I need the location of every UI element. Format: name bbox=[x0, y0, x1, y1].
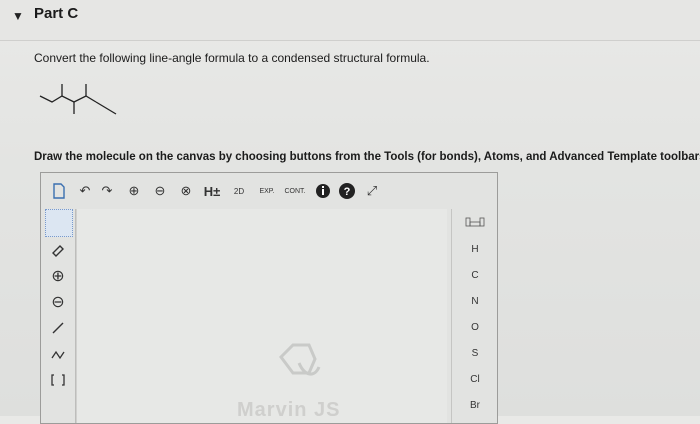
instruction-text: Draw the molecule on the canvas by choos… bbox=[34, 151, 700, 163]
eraser-icon[interactable] bbox=[47, 239, 69, 261]
part-header[interactable]: ▼ Part C bbox=[0, 0, 700, 41]
atom-br[interactable]: Br bbox=[452, 400, 498, 411]
periodic-table-icon[interactable] bbox=[452, 217, 498, 230]
zoom-in-icon[interactable]: ⊕ bbox=[123, 181, 145, 201]
marvin-watermark: Marvin JS bbox=[237, 399, 341, 421]
line-angle-molecule bbox=[39, 84, 117, 115]
single-bond-icon[interactable] bbox=[47, 317, 69, 339]
clear-icon[interactable]: ⊗ bbox=[175, 181, 197, 201]
atoms-toolbar: H C N O S Cl Br bbox=[451, 209, 498, 423]
exp-button[interactable]: EXP. bbox=[255, 181, 279, 201]
top-toolbar: ↶ ↷ ⊕ ⊖ ⊗ H± 2D EXP. CONT. ? ⤢ bbox=[41, 173, 497, 209]
drawing-canvas[interactable]: Marvin JS bbox=[76, 209, 447, 423]
part-title: Part C bbox=[34, 5, 79, 22]
expand-icon[interactable]: ⤢ bbox=[361, 181, 383, 201]
charge-minus-icon[interactable]: ⊖ bbox=[47, 291, 69, 313]
zoom-out-icon[interactable]: ⊖ bbox=[149, 181, 171, 201]
charge-plus-icon[interactable]: ⊕ bbox=[47, 265, 69, 287]
redo-icon[interactable]: ↷ bbox=[97, 181, 117, 201]
h-plus-button[interactable]: H± bbox=[199, 181, 225, 201]
marvin-editor: ↶ ↷ ⊕ ⊖ ⊗ H± 2D EXP. CONT. ? ⤢ ⊕ ⊖ Marvi… bbox=[40, 172, 498, 424]
question-text: Convert the following line-angle formula… bbox=[34, 51, 430, 65]
document-icon[interactable] bbox=[49, 181, 69, 201]
atom-h[interactable]: H bbox=[452, 244, 498, 255]
atom-n[interactable]: N bbox=[452, 296, 498, 307]
atom-cl[interactable]: Cl bbox=[452, 374, 498, 385]
help-icon[interactable]: ? bbox=[337, 181, 357, 201]
atom-c[interactable]: C bbox=[452, 270, 498, 281]
two-d-button[interactable]: 2D bbox=[229, 181, 249, 201]
atom-o[interactable]: O bbox=[452, 322, 498, 333]
undo-icon[interactable]: ↶ bbox=[75, 181, 95, 201]
caret-down-icon[interactable]: ▼ bbox=[12, 9, 24, 23]
selection-tool[interactable] bbox=[45, 209, 73, 237]
tools-toolbar: ⊕ ⊖ bbox=[41, 209, 76, 423]
info-icon[interactable] bbox=[313, 181, 333, 201]
atom-s[interactable]: S bbox=[452, 348, 498, 359]
cont-button[interactable]: CONT. bbox=[281, 181, 309, 201]
marvin-logo-icon bbox=[271, 337, 323, 394]
bracket-icon[interactable] bbox=[47, 369, 69, 391]
chain-icon[interactable] bbox=[47, 343, 69, 365]
svg-text:?: ? bbox=[344, 186, 351, 198]
